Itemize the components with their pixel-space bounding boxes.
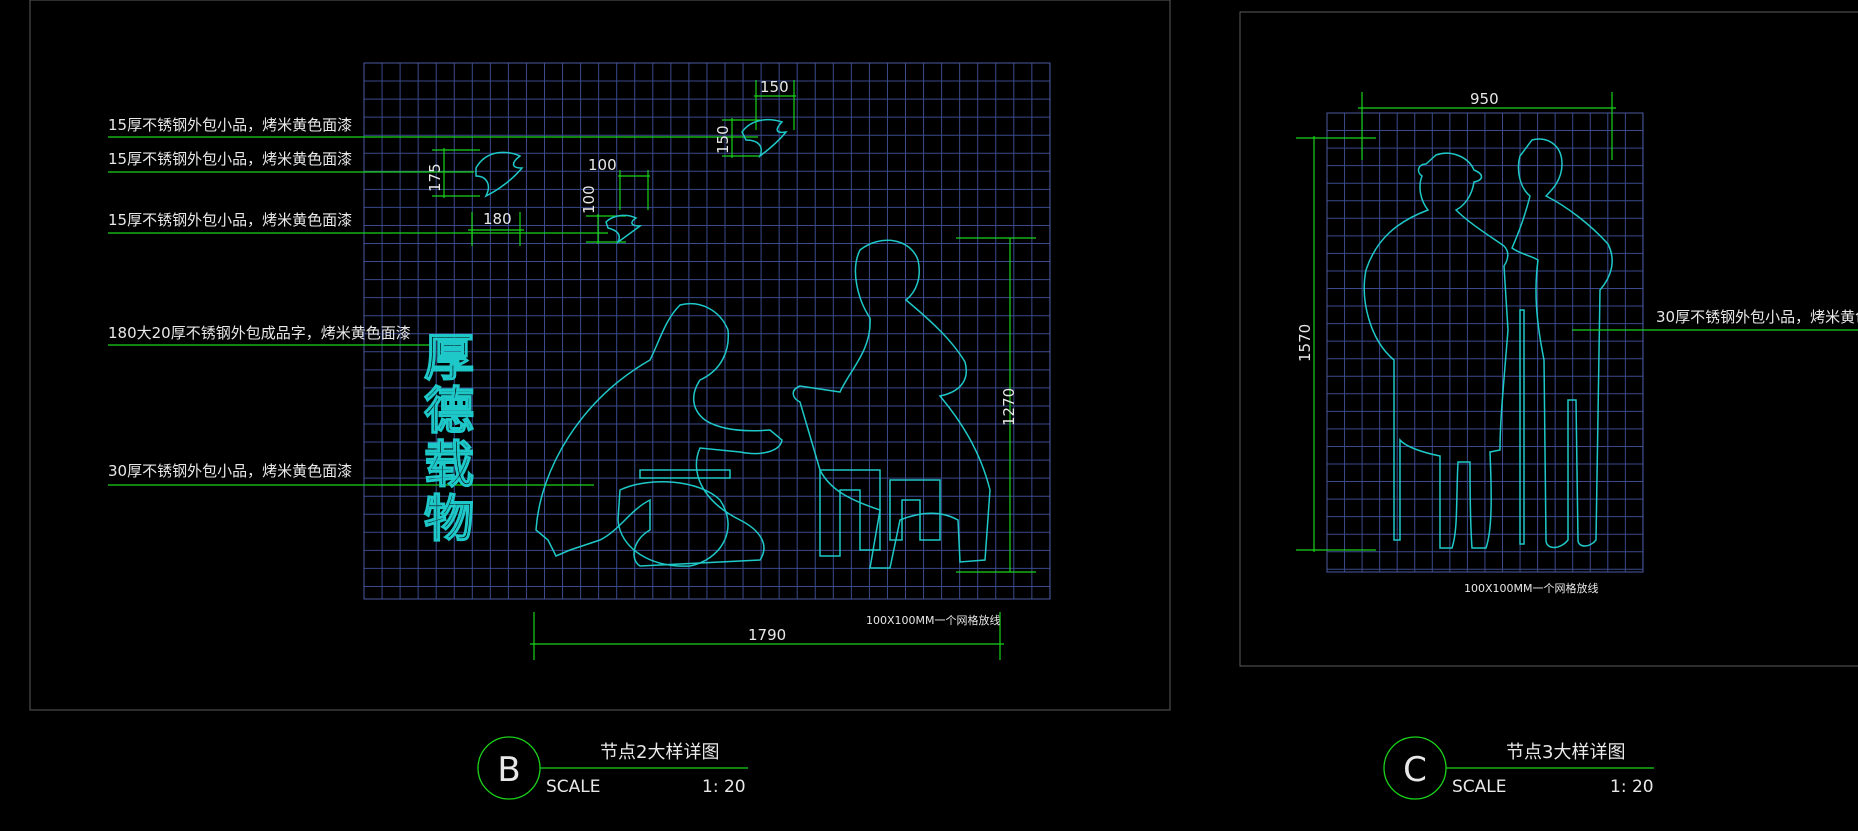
dim-bird1-height: 150 (714, 125, 732, 154)
detail-b-frame (29, 0, 1171, 711)
detail-b-scale-value: 1: 20 (702, 777, 746, 797)
detail-b-bubble-letter: B (497, 750, 520, 790)
detail-c-note: 30厚不锈钢外包小品，烤米黄色面漆 (1656, 308, 1858, 326)
detail-c-frame (1239, 11, 1858, 667)
detail-c-bubble-letter: C (1403, 750, 1427, 790)
character-column: 厚 德 载 物 (423, 328, 474, 548)
detail-c-title-block: C 节点3大样详图 SCALE 1: 20 (1383, 736, 1654, 800)
detail-c-scale-label: SCALE (1452, 777, 1507, 797)
dim-c-height: 1570 (1296, 324, 1314, 362)
cane (1519, 309, 1525, 545)
detail-b-scale-label: SCALE (546, 777, 601, 797)
detail-c-grid-note: 100X100MM一个网格放线 (1464, 581, 1599, 595)
bird-shapes (475, 118, 788, 245)
note-figures: 30厚不锈钢外包小品，烤米黄色面漆 (108, 462, 352, 480)
bird-dimensions: 150 150 175 180 100 100 (426, 78, 796, 246)
detail-c: 30厚不锈钢外包小品，烤米黄色面漆 950 1570 100X100MM一个网格… (1239, 11, 1858, 800)
detail-b-title: 节点2大样详图 (600, 742, 719, 763)
dim-overall-height: 1270 (1000, 388, 1018, 426)
character-2: 德 (424, 382, 474, 440)
seated-figures (535, 239, 991, 569)
figure-left (535, 303, 783, 567)
dim-bird2-height: 175 (426, 163, 444, 192)
dim-bird1-width: 150 (760, 78, 789, 96)
dim-bird2-width: 180 (483, 210, 512, 228)
character-4: 物 (424, 490, 474, 548)
dim-bird3-width: 100 (588, 156, 617, 174)
character-3: 载 (424, 436, 474, 494)
dim-bird3-height: 100 (580, 185, 598, 214)
note-bird2: 15厚不锈钢外包小品，烤米黄色面漆 (108, 150, 352, 168)
detail-c-grid (1326, 112, 1644, 572)
figure-woman (1363, 152, 1509, 549)
note-characters: 180大20厚不锈钢外包成品字，烤米黄色面漆 (108, 324, 411, 342)
cad-drawing-canvas: 15厚不锈钢外包小品，烤米黄色面漆 15厚不锈钢外包小品，烤米黄色面漆 15厚不… (29, 0, 1858, 800)
figure-right (792, 239, 991, 569)
character-1: 厚 (424, 329, 474, 387)
detail-b: 15厚不锈钢外包小品，烤米黄色面漆 15厚不锈钢外包小品，烤米黄色面漆 15厚不… (29, 0, 1171, 800)
detail-b-grid-note: 100X100MM一个网格放线 (866, 613, 1001, 627)
detail-c-title: 节点3大样详图 (1506, 742, 1625, 763)
detail-c-scale-value: 1: 20 (1610, 777, 1654, 797)
note-bird3: 15厚不锈钢外包小品，烤米黄色面漆 (108, 211, 352, 229)
dim-c-width: 950 (1470, 90, 1499, 108)
dim-overall-width: 1790 (748, 626, 786, 644)
detail-b-title-block: B 节点2大样详图 SCALE 1: 20 (477, 736, 748, 800)
note-bird1: 15厚不锈钢外包小品，烤米黄色面漆 (108, 116, 352, 134)
